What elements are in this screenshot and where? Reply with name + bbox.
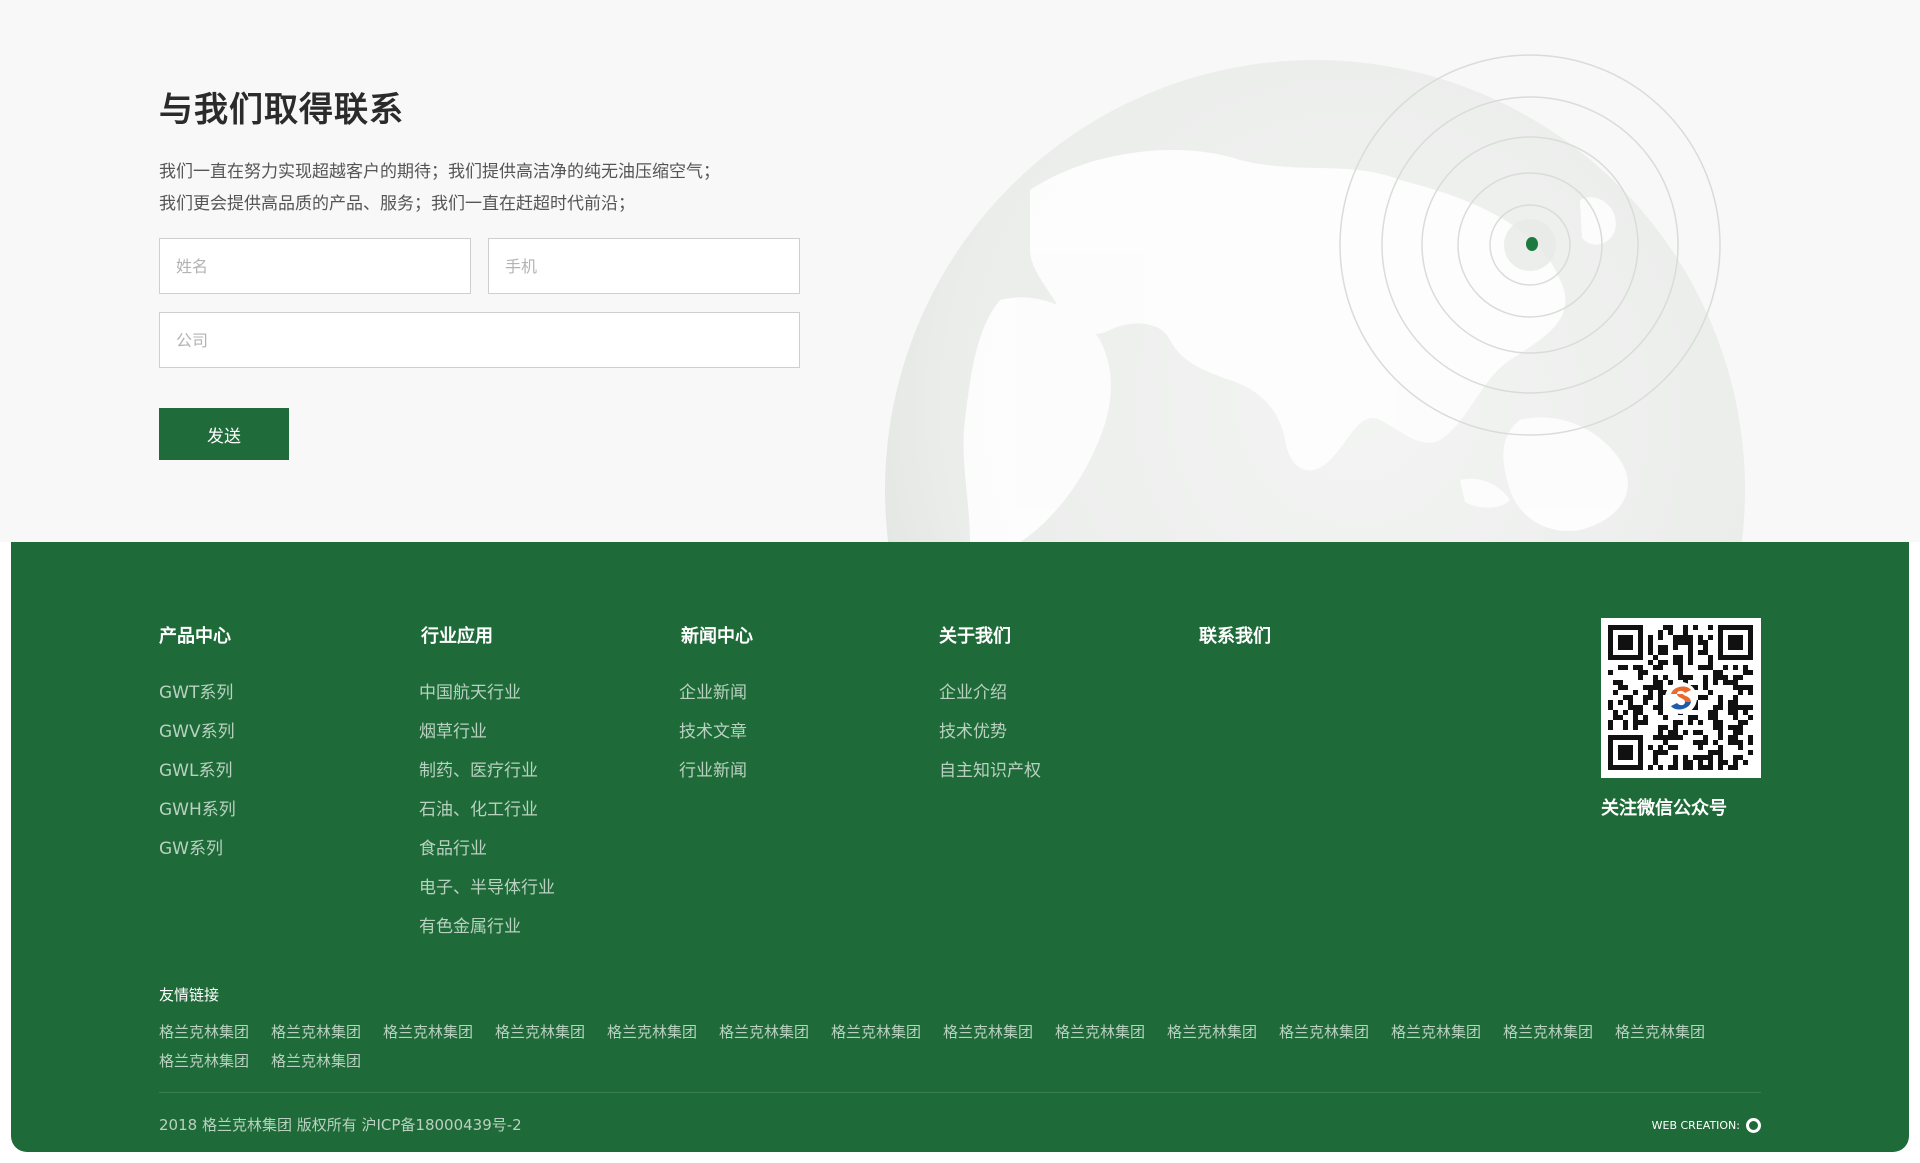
globe-map-illustration	[885, 54, 1745, 542]
contact-desc-line-1: 我们一直在努力实现超越客户的期待；我们提供高洁净的纯无油压缩空气；	[159, 162, 720, 182]
footer-link[interactable]: 烟草行业	[419, 717, 487, 742]
name-input[interactable]	[159, 238, 471, 294]
friendly-link[interactable]: 格兰克林集团	[383, 1018, 495, 1047]
ring-logo-icon	[1746, 1118, 1761, 1133]
web-creation-label: WEB CREATION:	[1651, 1119, 1740, 1132]
friendly-link[interactable]: 格兰克林集团	[719, 1018, 831, 1047]
footer-link[interactable]: 电子、半导体行业	[419, 873, 555, 898]
friendly-link[interactable]: 格兰克林集团	[159, 1018, 271, 1047]
footer-column-title: 关于我们	[939, 626, 1011, 647]
company-input[interactable]	[159, 312, 800, 368]
send-button[interactable]: 发送	[159, 408, 289, 460]
footer-divider	[159, 1092, 1761, 1093]
friendly-link[interactable]: 格兰克林集团	[1167, 1018, 1279, 1047]
friendly-link[interactable]: 格兰克林集团	[831, 1018, 943, 1047]
friendly-links-list: 格兰克林集团 格兰克林集团 格兰克林集团 格兰克林集团 格兰克林集团 格兰克林集团 格兰克林…	[159, 1018, 1779, 1076]
footer-link[interactable]: 自主知识产权	[939, 756, 1041, 781]
footer-link[interactable]: 石油、化工行业	[419, 795, 538, 820]
footer-column-title[interactable]: 联系我们	[1199, 622, 1271, 648]
footer-link[interactable]: GWT系列	[159, 678, 233, 703]
phone-input[interactable]	[488, 238, 800, 294]
footer-link[interactable]: 企业新闻	[679, 678, 747, 703]
copyright-text: 2018 格兰克林集团 版权所有 沪ICP备18000439号-2	[159, 1116, 522, 1134]
friendly-link[interactable]: 格兰克林集团	[159, 1047, 271, 1076]
footer-link[interactable]: 制药、医疗行业	[419, 756, 538, 781]
friendly-link[interactable]: 格兰克林集团	[1391, 1018, 1503, 1047]
friendly-link[interactable]: 格兰克林集团	[271, 1018, 383, 1047]
footer-link[interactable]: 有色金属行业	[419, 912, 521, 937]
friendly-link[interactable]: 格兰克林集团	[1055, 1018, 1167, 1047]
contact-description: 我们一直在努力实现超越客户的期待；我们提供高洁净的纯无油压缩空气； 我们更会提供…	[159, 156, 720, 220]
footer-link[interactable]: 技术文章	[679, 717, 747, 742]
friendly-link[interactable]: 格兰克林集团	[1503, 1018, 1615, 1047]
friendly-link[interactable]: 格兰克林集团	[271, 1047, 383, 1076]
footer-column-title: 行业应用	[421, 626, 493, 647]
friendly-link[interactable]: 格兰克林集团	[943, 1018, 1055, 1047]
footer-link[interactable]: GWV系列	[159, 717, 235, 742]
friendly-link[interactable]: 格兰克林集团	[607, 1018, 719, 1047]
footer-link[interactable]: 中国航天行业	[419, 678, 521, 703]
contact-section: 与我们取得联系 我们一直在努力实现超越客户的期待；我们提供高洁净的纯无油压缩空气…	[0, 0, 1920, 542]
footer-link[interactable]: 技术优势	[939, 717, 1007, 742]
contact-title: 与我们取得联系	[159, 90, 404, 130]
footer-link[interactable]: GWL系列	[159, 756, 232, 781]
footer: 产品中心 GWT系列 GWV系列 GWL系列 GWH系列 GW系列 行业应用 中…	[11, 542, 1909, 1152]
friendly-link[interactable]: 格兰克林集团	[1279, 1018, 1391, 1047]
qr-label: 关注微信公众号	[1601, 798, 1727, 819]
footer-column-title: 新闻中心	[681, 626, 753, 647]
footer-link[interactable]: GW系列	[159, 834, 223, 859]
footer-link[interactable]: 企业介绍	[939, 678, 1007, 703]
footer-column-title: 产品中心	[159, 626, 231, 647]
friendly-link[interactable]: 格兰克林集团	[495, 1018, 607, 1047]
wechat-qr-code	[1601, 618, 1761, 778]
page: 与我们取得联系 我们一直在努力实现超越客户的期待；我们提供高洁净的纯无油压缩空气…	[0, 0, 1920, 1163]
contact-desc-line-2: 我们更会提供高品质的产品、服务；我们一直在赶超时代前沿；	[159, 194, 635, 214]
footer-link[interactable]: GWH系列	[159, 795, 236, 820]
web-creation-credit[interactable]: WEB CREATION:	[1652, 1118, 1761, 1133]
footer-link[interactable]: 行业新闻	[679, 756, 747, 781]
footer-link[interactable]: 食品行业	[419, 834, 487, 859]
friendly-link[interactable]: 格兰克林集团	[1615, 1018, 1727, 1047]
friendly-links-title: 友情链接	[159, 986, 220, 1004]
